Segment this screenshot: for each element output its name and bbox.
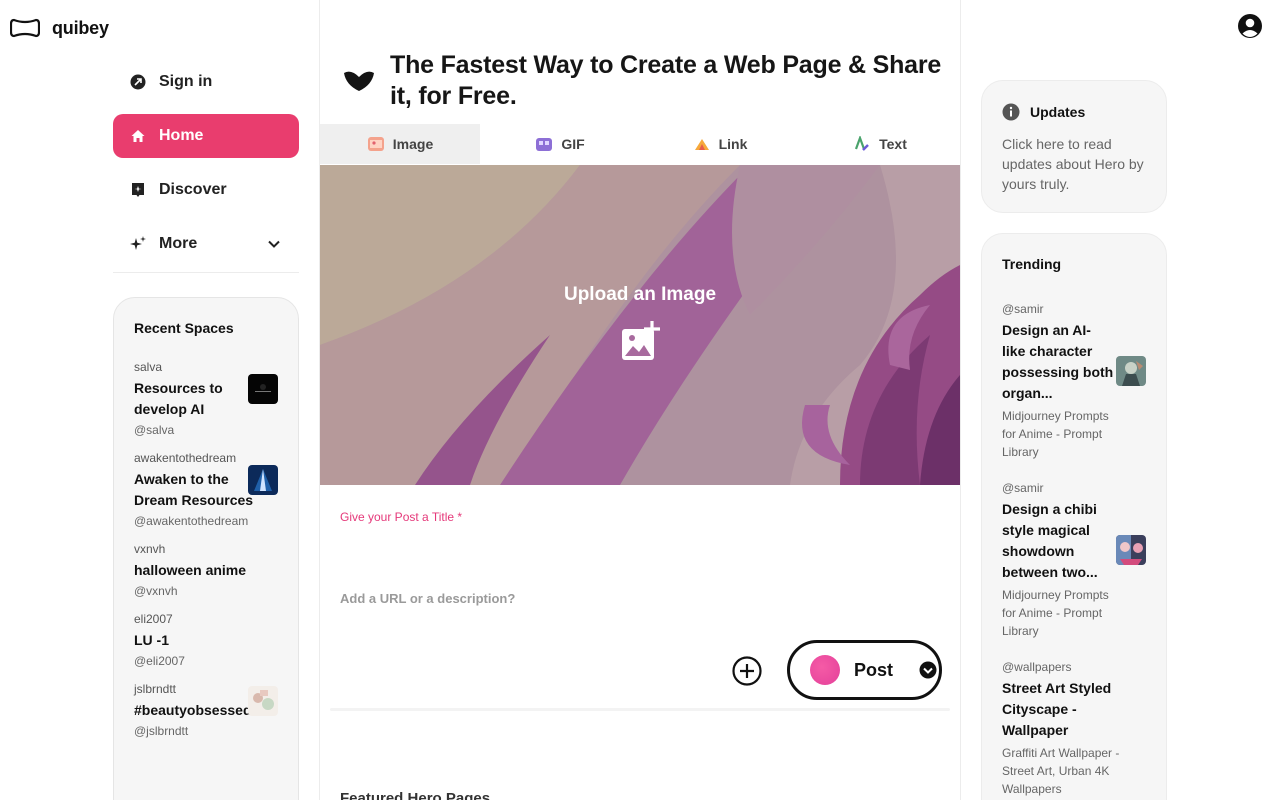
list-item[interactable]: awakentothedream Awaken to the Dream Res… [134, 451, 278, 528]
nav-label: Discover [159, 181, 227, 198]
trend-subtitle: Graffiti Art Wallpaper - Street Art, Urb… [1002, 746, 1120, 796]
nav-sign-in[interactable]: Sign in [113, 60, 299, 104]
nav-more[interactable]: More [113, 222, 299, 266]
tab-text[interactable]: Text [800, 124, 960, 164]
space-thumbnail [248, 374, 278, 404]
trend-subtitle: Midjourney Prompts for Anime - Prompt Li… [1002, 409, 1109, 459]
trend-user[interactable]: @samir [1002, 481, 1146, 495]
nav-home[interactable]: Home [113, 114, 299, 158]
space-title[interactable]: Resources to develop AI [134, 378, 246, 420]
space-handle[interactable]: @jslbrndtt [134, 724, 278, 738]
tab-label: Link [718, 136, 748, 152]
trend-subtitle: Midjourney Prompts for Anime - Prompt Li… [1002, 588, 1109, 638]
left-nav: Sign in Home Discover More [113, 60, 299, 273]
updates-heading: Updates [1030, 104, 1086, 120]
space-title[interactable]: halloween anime [134, 560, 254, 581]
composer-divider [330, 708, 950, 711]
chevron-down-circle-icon[interactable] [919, 661, 937, 679]
sparkle-icon [129, 235, 147, 253]
title-input[interactable] [340, 530, 940, 560]
list-item[interactable]: salva Resources to develop AI @salva [134, 360, 278, 437]
image-icon [367, 136, 385, 152]
gif-icon [535, 136, 553, 152]
trending-item[interactable]: @samir Design an AI-like character posse… [1002, 302, 1146, 461]
quibey-logo-icon [10, 14, 41, 42]
post-button[interactable]: Post [787, 640, 942, 700]
trend-user[interactable]: @samir [1002, 302, 1146, 316]
brand[interactable]: quibey [10, 14, 109, 42]
account-circle-icon[interactable] [1237, 13, 1263, 39]
recent-spaces-panel: Recent Spaces salva Resources to develop… [113, 297, 299, 800]
nav-discover[interactable]: Discover [113, 168, 299, 212]
space-user: vxnvh [134, 542, 166, 556]
featured-heading: Featured Hero Pages [340, 790, 491, 800]
list-item[interactable]: jslbrndtt #beautyobsessed @jslbrndtt [134, 682, 278, 738]
trending-item[interactable]: @samir Design a chibi style magical show… [1002, 481, 1146, 640]
trend-title[interactable]: Design an AI-like character possessing b… [1002, 320, 1114, 404]
trending-heading: Trending [1002, 256, 1062, 272]
app-name: quibey [52, 17, 109, 38]
trend-title[interactable]: Design a chibi style magical showdown be… [1002, 499, 1114, 583]
main-column: The Fastest Way to Create a Web Page & S… [319, 0, 961, 800]
space-thumbnail [248, 465, 278, 495]
space-handle[interactable]: @salva [134, 423, 278, 437]
tab-label: Text [879, 136, 907, 152]
page-header: The Fastest Way to Create a Web Page & S… [342, 50, 950, 112]
add-circle-icon[interactable] [732, 656, 762, 686]
post-type-tabs: Image GIF Link Text [320, 124, 960, 164]
space-title[interactable]: Awaken to the Dream Resources [134, 469, 254, 511]
updates-card[interactable]: Updates Click here to read updates about… [981, 80, 1167, 213]
chevron-down-icon[interactable] [267, 237, 281, 251]
trending-item[interactable]: @wallpapers Street Art Styled Cityscape … [1002, 660, 1146, 798]
space-thumbnail [248, 686, 278, 716]
list-item[interactable]: eli2007 LU -1 @eli2007 [134, 612, 278, 668]
trend-thumbnail [1116, 535, 1146, 565]
nav-label: Sign in [159, 73, 213, 90]
add-image-icon[interactable] [620, 320, 662, 362]
tab-link[interactable]: Link [640, 124, 800, 164]
text-icon [853, 134, 871, 152]
space-handle[interactable]: @vxnvh [134, 584, 278, 598]
info-icon [1002, 103, 1020, 121]
upload-label: Upload an Image [563, 284, 717, 305]
description-input[interactable] [340, 586, 940, 610]
trending-panel: Trending @samir Design an AI-like charac… [981, 233, 1167, 800]
tab-label: GIF [561, 136, 585, 152]
space-user: salva [134, 360, 163, 374]
updates-text: Click here to read updates about Hero by… [1002, 136, 1144, 192]
link-icon [693, 136, 711, 152]
space-title[interactable]: #beautyobsessed [134, 700, 254, 721]
discover-icon [129, 181, 147, 199]
title-field-label: Give your Post a Title * [340, 510, 463, 524]
trend-title[interactable]: Street Art Styled Cityscape - Wallpaper [1002, 678, 1132, 741]
space-title[interactable]: LU -1 [134, 630, 246, 651]
space-handle[interactable]: @awakentothedream [134, 514, 278, 528]
hero-logo-icon [342, 65, 376, 95]
space-user: awakentothedream [134, 451, 237, 465]
trend-thumbnail [1116, 356, 1146, 386]
nav-label: Home [159, 127, 204, 144]
space-handle[interactable]: @eli2007 [134, 654, 278, 668]
space-user: eli2007 [134, 612, 173, 626]
nav-divider [113, 272, 299, 273]
home-icon [129, 127, 147, 145]
image-upload-area[interactable]: Upload an Image [320, 165, 960, 485]
sign-in-icon [129, 73, 147, 91]
nav-label: More [159, 235, 198, 252]
tab-label: Image [392, 136, 434, 152]
post-avatar [810, 655, 840, 685]
tab-gif[interactable]: GIF [480, 124, 640, 164]
post-label: Post [854, 659, 894, 680]
list-item[interactable]: vxnvh halloween anime @vxnvh [134, 542, 278, 598]
page-title: The Fastest Way to Create a Web Page & S… [390, 51, 942, 110]
recent-spaces-heading: Recent Spaces [134, 320, 234, 336]
trend-user[interactable]: @wallpapers [1002, 660, 1146, 674]
tab-image[interactable]: Image [320, 124, 480, 164]
